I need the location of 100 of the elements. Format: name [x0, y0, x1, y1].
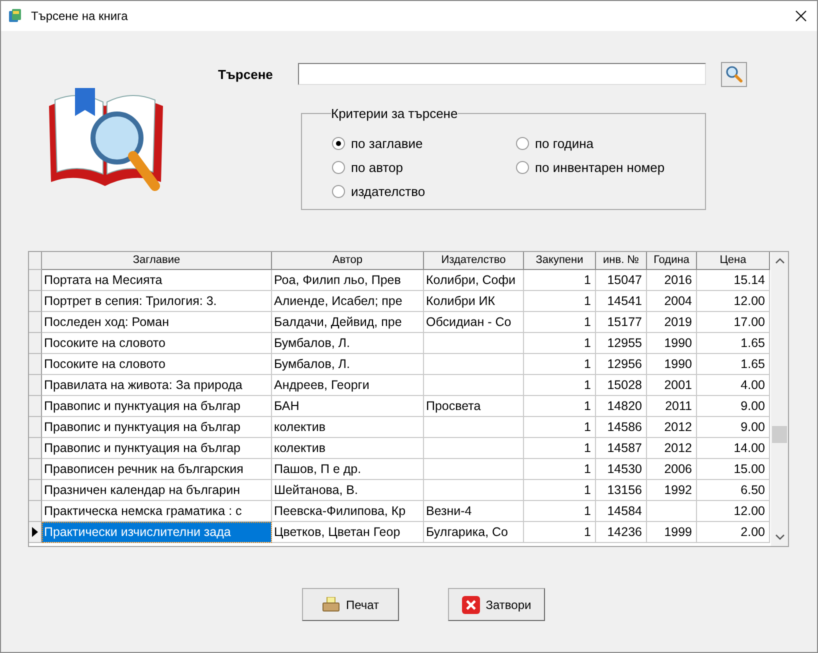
- radio-button[interactable]: [516, 160, 529, 174]
- table-cell: 1: [524, 312, 596, 333]
- table-cell: 14820: [596, 396, 647, 417]
- table-cell: 1999: [647, 522, 697, 543]
- table-cell: 1990: [647, 333, 697, 354]
- table-cell: 15.00: [697, 459, 770, 480]
- table-cell: 9.00: [697, 417, 770, 438]
- column-header[interactable]: Закупени: [524, 252, 596, 270]
- radio-option[interactable]: по инвентарен номер: [516, 155, 686, 179]
- table-cell: Бумбалов, Л.: [272, 354, 424, 375]
- table-cell: 1: [524, 270, 596, 291]
- table-cell: Правопис и пунктуация на българ: [42, 417, 272, 438]
- table-cell: Алиенде, Исабел; пре: [272, 291, 424, 312]
- table-cell: 14236: [596, 522, 647, 543]
- scroll-thumb[interactable]: [772, 426, 787, 443]
- table-cell: 9.00: [697, 396, 770, 417]
- table-cell: 15047: [596, 270, 647, 291]
- radio-option[interactable]: по автор: [332, 155, 516, 179]
- table-cell: 2012: [647, 438, 697, 459]
- table-cell: Практически изчислителни зада: [42, 522, 272, 543]
- table-cell: 1: [524, 522, 596, 543]
- close-button[interactable]: Затвори: [448, 588, 545, 621]
- table-cell: 2.00: [697, 522, 770, 543]
- table-cell: 1: [524, 480, 596, 501]
- column-header[interactable]: Издателство: [424, 252, 524, 270]
- table-cell: Обсидиан - Со: [424, 312, 524, 333]
- table-cell: Посоките на словото: [42, 354, 272, 375]
- table-cell: Просвета: [424, 396, 524, 417]
- table-cell: 14541: [596, 291, 647, 312]
- column-header[interactable]: Заглавие: [42, 252, 272, 270]
- table-cell: Празничен календар на българин: [42, 480, 272, 501]
- current-row-icon: [32, 527, 38, 537]
- table-cell: 2001: [647, 375, 697, 396]
- table-cell: Бумбалов, Л.: [272, 333, 424, 354]
- table-cell: 2004: [647, 291, 697, 312]
- table-cell: 1: [524, 438, 596, 459]
- table-cell: Булгарика, Со: [424, 522, 524, 543]
- radio-option[interactable]: издателство: [332, 179, 516, 203]
- table-cell: 2019: [647, 312, 697, 333]
- table-cell: 12.00: [697, 291, 770, 312]
- table-cell: 1: [524, 354, 596, 375]
- table-cell: Балдачи, Дейвид, пре: [272, 312, 424, 333]
- table-cell: 1.65: [697, 333, 770, 354]
- table-cell: Колибри, Софи: [424, 270, 524, 291]
- close-icon: [462, 596, 480, 614]
- table-cell: Роа, Филип льо, Прев: [272, 270, 424, 291]
- table-cell: 1992: [647, 480, 697, 501]
- table-cell: 2016: [647, 270, 697, 291]
- table-cell: 2011: [647, 396, 697, 417]
- print-button[interactable]: Печат: [302, 588, 399, 621]
- search-field[interactable]: [298, 63, 706, 85]
- books-icon: [7, 8, 23, 24]
- table-cell: колектив: [272, 417, 424, 438]
- table-cell: 12.00: [697, 501, 770, 522]
- radio-button[interactable]: [516, 136, 529, 150]
- column-header[interactable]: Година: [647, 252, 697, 270]
- table-cell: 14584: [596, 501, 647, 522]
- table-cell: Последен ход: Роман: [42, 312, 272, 333]
- scroll-up-icon[interactable]: [775, 258, 785, 264]
- scrollbar[interactable]: [771, 252, 788, 546]
- table-cell: 14586: [596, 417, 647, 438]
- table-cell: 1: [524, 333, 596, 354]
- table-cell: 14.00: [697, 438, 770, 459]
- table-cell: 6.50: [697, 480, 770, 501]
- table-cell: 12955: [596, 333, 647, 354]
- group-title: Критерии за търсене: [331, 106, 458, 121]
- table-cell: Правопис и пунктуация на българ: [42, 438, 272, 459]
- radio-button[interactable]: [332, 136, 345, 150]
- radio-button[interactable]: [332, 160, 345, 174]
- table-cell: [647, 501, 697, 522]
- close-icon[interactable]: [795, 10, 807, 22]
- search-label: Търсене: [218, 66, 274, 82]
- table-cell: 4.00: [697, 375, 770, 396]
- window-title: Търсене на книга: [31, 9, 129, 23]
- table-cell: Правопис и пунктуация на българ: [42, 396, 272, 417]
- radio-option[interactable]: по заглавие: [332, 131, 516, 155]
- row-indicator[interactable]: [29, 522, 42, 543]
- table-cell: 15.14: [697, 270, 770, 291]
- column-header[interactable]: инв. №: [596, 252, 647, 270]
- table-cell: 1: [524, 501, 596, 522]
- table-cell: 15177: [596, 312, 647, 333]
- table-cell: Цветков, Цветан Геор: [272, 522, 424, 543]
- printer-icon: [322, 596, 340, 612]
- table-cell: Пашов, П е др.: [272, 459, 424, 480]
- radio-option[interactable]: по година: [516, 131, 686, 155]
- table-cell: 1: [524, 417, 596, 438]
- radio-button[interactable]: [332, 184, 345, 198]
- column-header[interactable]: Автор: [272, 252, 424, 270]
- table-cell: Везни-4: [424, 501, 524, 522]
- table-cell: 1: [524, 396, 596, 417]
- table-cell: 1990: [647, 354, 697, 375]
- table-cell: 13156: [596, 480, 647, 501]
- column-header[interactable]: Цена: [697, 252, 770, 270]
- table-cell: 14587: [596, 438, 647, 459]
- table-cell: 15028: [596, 375, 647, 396]
- search-button[interactable]: [721, 62, 747, 86]
- table-cell: 1: [524, 291, 596, 312]
- table-cell: Посоките на словото: [42, 333, 272, 354]
- table-cell: 2006: [647, 459, 697, 480]
- scroll-down-icon[interactable]: [775, 534, 785, 540]
